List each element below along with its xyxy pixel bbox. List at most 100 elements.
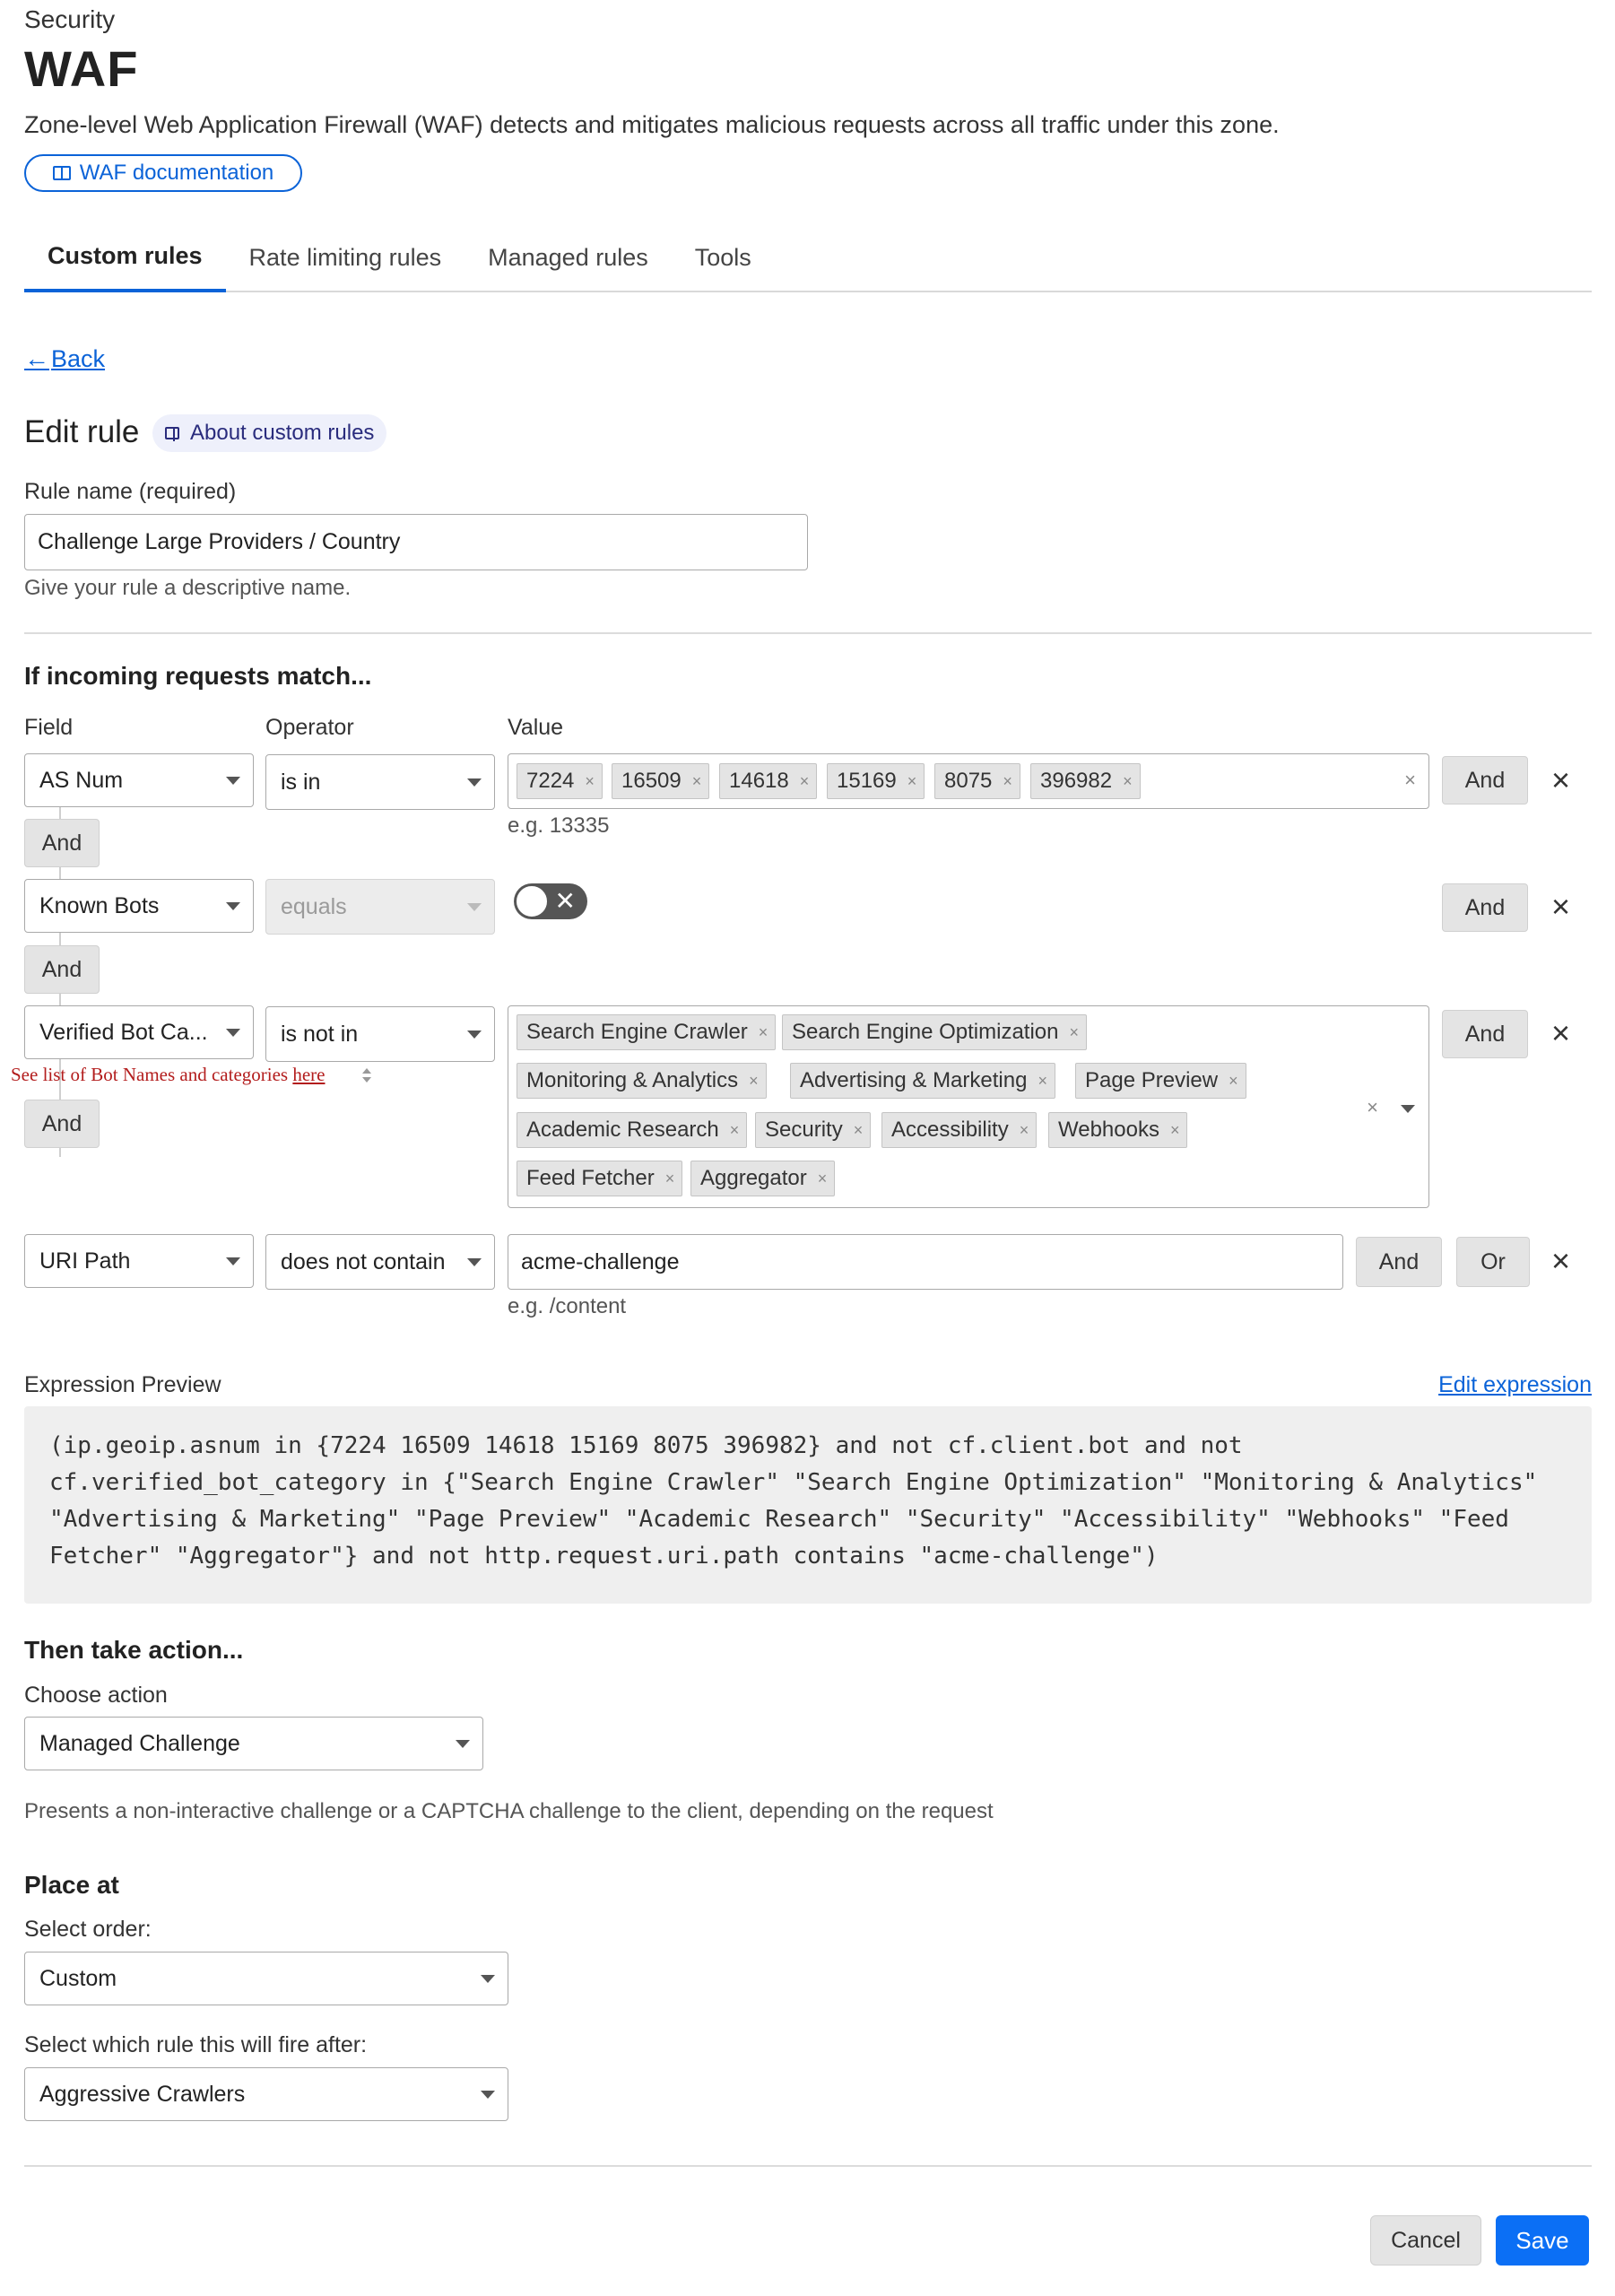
field-select-known-bots[interactable]: Known Bots <box>24 879 254 933</box>
and-connector-button[interactable]: And <box>24 945 100 994</box>
add-and-condition-button[interactable]: And <box>1442 756 1528 804</box>
add-and-condition-button[interactable]: And <box>1356 1237 1442 1287</box>
waf-edit-rule-page: Security WAF Zone-level Web Application … <box>0 0 1615 2296</box>
and-connector-button[interactable]: And <box>24 819 100 867</box>
select-order-label: Select order: <box>24 1917 152 1942</box>
remove-tag-icon[interactable]: × <box>759 1023 768 1042</box>
cancel-button[interactable]: Cancel <box>1370 2215 1481 2266</box>
and-connector-button[interactable]: And <box>24 1100 100 1148</box>
expression-preview-label: Expression Preview <box>24 1372 221 1397</box>
clear-all-icon[interactable]: × <box>1367 1096 1378 1119</box>
operator-select-equals: equals <box>265 879 495 935</box>
remove-tag-icon[interactable]: × <box>1003 772 1012 791</box>
tab-custom-rules[interactable]: Custom rules <box>24 222 226 292</box>
order-select[interactable]: Custom <box>24 1952 508 2005</box>
operator-select-is-not-in[interactable]: is not in <box>265 1006 495 1062</box>
tag-label: Aggregator <box>700 1166 807 1190</box>
arrow-left-icon: ← <box>24 344 49 372</box>
save-button[interactable]: Save <box>1496 2215 1589 2266</box>
tag-label: Accessibility <box>891 1118 1009 1142</box>
edit-expression-link[interactable]: Edit expression <box>1438 1372 1592 1398</box>
tab-managed-rules[interactable]: Managed rules <box>465 222 672 292</box>
close-icon: ✕ <box>554 887 576 915</box>
operator-select-is-in[interactable]: is in <box>265 754 495 810</box>
tag-label: Security <box>765 1118 843 1142</box>
choose-action-label: Choose action <box>24 1683 168 1708</box>
add-or-condition-button[interactable]: Or <box>1456 1237 1530 1287</box>
field-select-as-num[interactable]: AS Num <box>24 753 254 807</box>
tag-label: 8075 <box>944 769 993 793</box>
tag-label: Advertising & Marketing <box>800 1068 1028 1092</box>
value-tag: 16509 × <box>612 763 710 799</box>
field-select-uri-path[interactable]: URI Path <box>24 1234 254 1288</box>
remove-tag-icon[interactable]: × <box>818 1170 828 1188</box>
bot-names-help-text: See list of Bot Names and categories <box>11 1064 289 1085</box>
chevron-down-icon[interactable] <box>1401 1105 1415 1113</box>
operator-select-value: is in <box>281 769 321 795</box>
remove-tag-icon[interactable]: × <box>1170 1121 1180 1140</box>
edit-rule-title: Edit rule <box>24 414 140 449</box>
action-heading: Then take action... <box>24 1636 244 1664</box>
bot-category-value-tags[interactable]: Search Engine Crawler × Search Engine Opt… <box>508 1005 1429 1208</box>
tab-tools[interactable]: Tools <box>672 222 775 292</box>
add-and-condition-button[interactable]: And <box>1442 883 1528 932</box>
remove-tag-icon[interactable]: × <box>1038 1072 1047 1091</box>
tag-label: 15169 <box>837 769 897 793</box>
bot-names-help-link[interactable]: here <box>292 1064 325 1085</box>
uri-path-input[interactable]: acme-challenge <box>508 1234 1343 1290</box>
chevron-down-icon <box>226 1257 240 1265</box>
tag-label: 396982 <box>1040 769 1113 793</box>
chevron-down-icon <box>467 1030 482 1039</box>
fire-after-label: Select which rule this will fire after: <box>24 2032 368 2057</box>
tag-label: Monitoring & Analytics <box>526 1068 739 1092</box>
rule-name-input[interactable]: Challenge Large Providers / Country <box>24 514 808 570</box>
clear-all-icon[interactable]: × <box>1404 769 1416 792</box>
remove-tag-icon[interactable]: × <box>1070 1023 1080 1042</box>
uri-path-help: e.g. /content <box>508 1294 627 1318</box>
remove-tag-icon[interactable]: × <box>907 772 917 791</box>
place-at-heading: Place at <box>24 1871 119 1899</box>
waf-documentation-button[interactable]: WAF documentation <box>24 154 302 192</box>
fire-after-select[interactable]: Aggressive Crawlers <box>24 2067 508 2121</box>
tab-rate-limiting-rules[interactable]: Rate limiting rules <box>226 222 465 292</box>
about-custom-rules-link[interactable]: About custom rules <box>152 414 387 452</box>
add-and-condition-button[interactable]: And <box>1442 1010 1528 1058</box>
remove-tag-icon[interactable]: × <box>1020 1121 1029 1140</box>
remove-tag-icon[interactable]: × <box>585 772 595 791</box>
remove-condition-icon[interactable]: × <box>1551 1245 1570 1277</box>
remove-condition-icon[interactable]: × <box>1551 891 1570 923</box>
toggle-knob <box>516 885 548 918</box>
field-column-label: Field <box>24 715 74 740</box>
remove-condition-icon[interactable]: × <box>1551 1017 1570 1049</box>
remove-tag-icon[interactable]: × <box>730 1121 740 1140</box>
tag-label: Page Preview <box>1085 1068 1219 1092</box>
remove-tag-icon[interactable]: × <box>1123 772 1133 791</box>
remove-tag-icon[interactable]: × <box>749 1072 759 1091</box>
back-label: Back <box>51 344 106 372</box>
remove-condition-icon[interactable]: × <box>1551 764 1570 796</box>
match-heading: If incoming requests match... <box>24 662 372 690</box>
remove-tag-icon[interactable]: × <box>665 1170 675 1188</box>
resize-stepper-icon[interactable] <box>357 1065 377 1091</box>
value-tag: 396982 × <box>1030 763 1141 799</box>
operator-select-does-not-contain[interactable]: does not contain <box>265 1234 495 1290</box>
order-select-value: Custom <box>39 1965 117 1991</box>
remove-tag-icon[interactable]: × <box>800 772 810 791</box>
book-icon <box>52 166 71 180</box>
remove-tag-icon[interactable]: × <box>1229 1072 1238 1091</box>
action-select[interactable]: Managed Challenge <box>24 1717 483 1770</box>
field-select-verified-bot-category[interactable]: Verified Bot Ca... <box>24 1005 254 1059</box>
tag-label: Academic Research <box>526 1118 719 1142</box>
value-column-label: Value <box>508 715 564 740</box>
value-tag: Monitoring & Analytics × <box>517 1063 767 1099</box>
book-icon <box>165 427 179 441</box>
value-tag: 8075 × <box>934 763 1020 799</box>
chevron-down-icon <box>456 1739 470 1748</box>
remove-tag-icon[interactable]: × <box>692 772 702 791</box>
asn-value-tags[interactable]: 7224 × 16509 × 14618 × 15169 × 8075 × 396982 ×… <box>508 753 1429 809</box>
remove-tag-icon[interactable]: × <box>854 1121 864 1140</box>
tag-label: Webhooks <box>1058 1118 1159 1142</box>
chevron-down-icon <box>226 776 240 785</box>
back-link[interactable]: ← Back <box>24 344 105 373</box>
known-bots-toggle[interactable]: ✕ <box>514 883 587 919</box>
